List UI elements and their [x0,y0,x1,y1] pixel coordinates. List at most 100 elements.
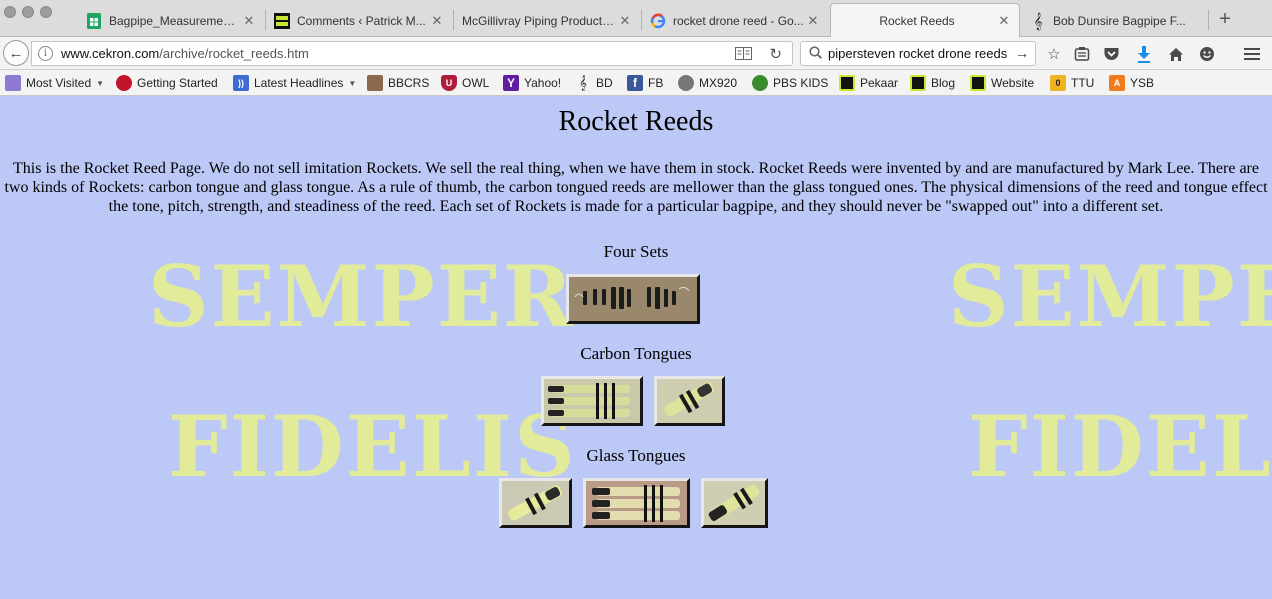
download-icon[interactable] [1134,44,1154,64]
carbon-tongue-photo-link-2[interactable] [654,376,725,426]
search-icon [809,45,822,62]
carbon-reeds-photo [544,379,640,423]
reed-sets-photo [569,277,697,321]
tab-label: Rocket Reeds [879,14,955,28]
treble-clef-icon: 𝄞 [1033,11,1043,30]
reader-view-icon[interactable] [735,47,752,63]
bookmark-yahoo[interactable]: Y Yahoo! [503,74,561,92]
google-icon [650,13,666,29]
bookmark-label: PBS KIDS [773,76,829,90]
tab-label: McGillivray Piping Products... [462,13,616,28]
pocket-icon[interactable] [1101,44,1121,64]
bookmark-blog[interactable]: Blog [910,74,955,92]
bookmark-label: OWL [462,76,490,90]
close-window-button[interactable] [4,6,16,18]
ttu-icon: 0 [1050,75,1066,91]
close-tab-icon[interactable]: ✕ [995,13,1013,29]
close-tab-icon[interactable]: ✕ [804,13,822,29]
globe-icon [678,75,694,91]
chevron-down-icon: ▼ [348,78,357,88]
info-icon[interactable]: i [38,46,53,61]
carbon-reed-closeup-photo [657,379,722,423]
tab-label: Bagpipe_Measurement... [109,13,240,28]
tab-bagpipe-measurements[interactable]: Bagpipe_Measurement... ✕ [78,5,264,36]
site-logo-icon [274,12,290,29]
folder-icon [5,75,21,91]
url-path: /archive/rocket_reeds.htm [159,46,309,61]
tab-label: rocket drone reed - Go... [673,13,804,28]
bookmark-bbcrs[interactable]: BBCRS [367,74,429,92]
bookmark-star-icon[interactable]: ☆ [1044,44,1064,64]
bookmark-label: Most Visited [26,76,92,90]
bookmark-label: YSB [1130,76,1155,90]
bookmark-label: MX920 [699,76,738,90]
bookmark-fb[interactable]: f FB [627,74,663,92]
close-tab-icon[interactable]: ✕ [616,13,634,29]
tab-bar: Bagpipe_Measurement... ✕ Comments ‹ Patr… [0,0,1272,38]
bookmark-ttu[interactable]: 0 TTU [1050,74,1094,92]
bookmark-pbs-kids[interactable]: PBS KIDS [752,74,828,92]
bookmark-getting-started[interactable]: Getting Started [116,74,218,92]
bookmark-most-visited[interactable]: Most Visited ▼ [5,74,104,92]
bookmark-label: BBCRS [388,76,430,90]
carbon-tongue-photo-link-1[interactable] [541,376,643,426]
bookmark-label: Pekaar [860,76,899,90]
back-arrow-icon: ← [8,44,24,62]
glass-reeds-photo [586,481,687,525]
search-input[interactable]: pipersteven rocket drone reeds [828,46,1007,61]
bookmark-latest-headlines[interactable]: )) Latest Headlines ▼ [233,74,356,92]
bookmark-owl[interactable]: U OWL [441,74,489,92]
tab-bob-dunsire[interactable]: 𝄞 Bob Dunsire Bagpipe F... [1022,5,1208,36]
glass-tongue-photo-link-2[interactable] [583,478,690,528]
chevron-down-icon: ▼ [96,78,105,88]
new-tab-button[interactable]: + [1214,8,1236,31]
page-title: Rocket Reeds [558,106,714,137]
tab-label: Bob Dunsire Bagpipe F... [1053,13,1186,28]
close-tab-icon[interactable]: ✕ [428,13,446,29]
bookmark-label: Latest Headlines [254,76,344,90]
minimize-window-button[interactable] [22,6,34,18]
tab-google-search[interactable]: rocket drone reed - Go... ✕ [642,5,828,36]
glass-tongue-photo-link-3[interactable] [701,478,768,528]
site-logo-icon [839,75,855,91]
home-icon[interactable] [1166,44,1186,64]
intro-paragraph: This is the Rocket Reed Page. We do not … [4,160,1268,215]
glass-tongue-photo-link-1[interactable] [499,478,572,528]
firefox-icon [116,75,132,91]
back-button[interactable]: ← [3,40,29,66]
bookmark-label: Getting Started [137,76,218,90]
close-tab-icon[interactable]: ✕ [240,13,258,29]
pbs-kids-icon [752,75,768,91]
tab-label: Comments ‹ Patrick M... [297,13,426,28]
tab-rocket-reeds[interactable]: Rocket Reeds ✕ [830,3,1020,38]
search-bar[interactable]: pipersteven rocket drone reeds → [800,41,1036,66]
tab-mcgillivray[interactable]: McGillivray Piping Products... ✕ [454,5,640,36]
hamburger-menu-icon[interactable] [1242,44,1262,64]
reload-icon[interactable]: ↻ [769,45,782,63]
section-title-glass-tongues: Glass Tongues [586,446,686,465]
shield-icon: U [441,75,457,91]
sheets-icon [86,12,102,29]
zoom-window-button[interactable] [40,6,52,18]
facebook-icon: f [627,75,643,91]
bookmark-ysb[interactable]: A YSB [1109,74,1154,92]
bookmark-label: Yahoo! [524,76,562,90]
section-title-carbon-tongues: Carbon Tongues [580,344,692,363]
four-sets-photo-link[interactable] [566,274,700,324]
page-viewport: SEMPER SEMPER FIDELIS FIDELIS Rocket Ree… [0,97,1272,599]
url-bar[interactable]: i www.cekron.com/archive/rocket_reeds.ht… [31,41,793,66]
site-logo-icon [910,75,926,91]
bookmark-mx920[interactable]: MX920 [678,74,737,92]
section-title-four-sets: Four Sets [603,242,669,261]
bookmark-pekaar[interactable]: Pekaar [839,74,898,92]
treble-clef-icon: 𝄞 [579,75,587,91]
tab-comments[interactable]: Comments ‹ Patrick M... ✕ [266,5,452,36]
bookmark-bd[interactable]: 𝄞 BD [575,74,613,92]
rss-icon: )) [233,75,249,91]
portrait-icon [367,75,383,91]
bookmark-website[interactable]: Website [970,74,1034,92]
go-arrow-icon[interactable]: → [1015,45,1029,61]
smiley-feedback-icon[interactable] [1197,44,1217,64]
reading-list-icon[interactable] [1072,44,1092,64]
bookmark-label: TTU [1071,76,1095,90]
